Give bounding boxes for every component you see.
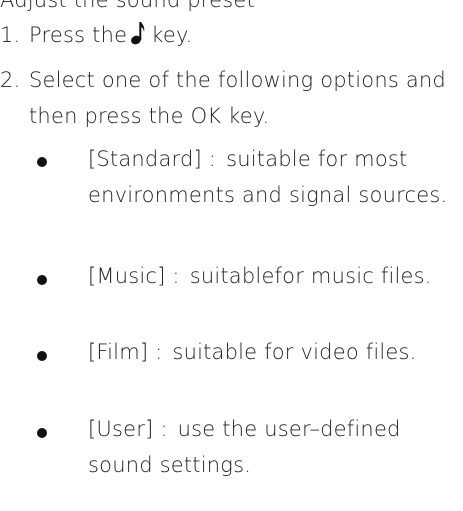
option-text: [Music] : suitablefor music files. [88, 258, 460, 294]
option-label: [Music] : [88, 264, 180, 288]
step-text: Press the key. [29, 17, 459, 53]
step-text: Select one of the following options and … [29, 68, 446, 128]
option-description: suitablefor music files. [189, 264, 432, 288]
option-text: [Film] : suitable for video files. [88, 334, 460, 370]
bullet-icon [37, 157, 47, 167]
bullet-icon [37, 275, 47, 285]
step-1: 1. Press the key. [0, 17, 463, 57]
step-text-before-icon: Press the [29, 23, 128, 47]
step-number: 2. [0, 68, 21, 92]
option-label: [Standard] : [88, 147, 217, 171]
option-label: [Film] : [88, 340, 163, 364]
music-note-icon [131, 22, 145, 45]
option-text: [User] : use the user–defined sound setti… [88, 411, 460, 483]
option-description: suitable for video files. [172, 340, 417, 364]
bullet-icon [37, 428, 47, 438]
cropped-heading-fragment: Adjust the sound preset [0, 0, 255, 13]
step-text-after-icon: key. [151, 23, 193, 47]
step-number: 1. [0, 23, 21, 47]
option-label: [User] : [88, 417, 168, 441]
option-text: [Standard] : suitable for most environmen… [88, 141, 460, 213]
bullet-icon [37, 351, 47, 361]
heading-text: Adjust the sound preset [0, 0, 255, 12]
step-2: 2. Select one of the following options a… [0, 62, 463, 142]
